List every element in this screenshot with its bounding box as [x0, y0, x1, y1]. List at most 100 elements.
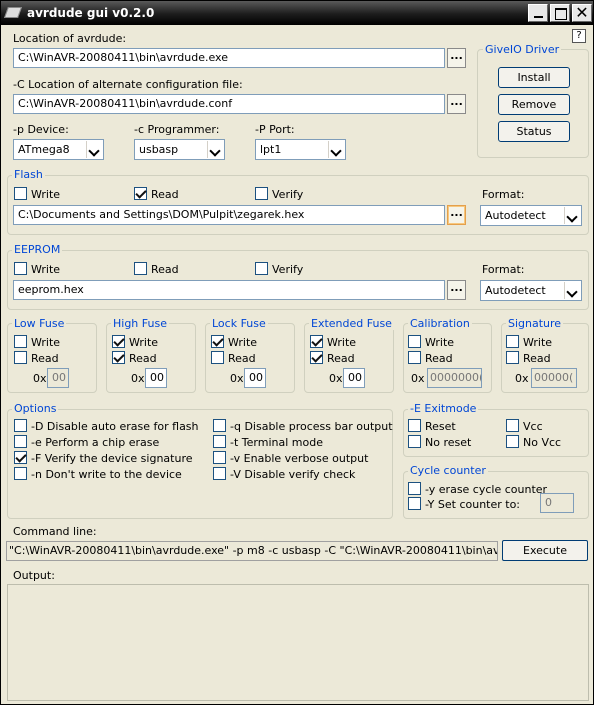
checkbox-checked-icon	[211, 335, 224, 348]
avrdude-path-input[interactable]: C:\WinAVR-20080411\bin\avrdude.exe	[13, 48, 445, 68]
extended-fuse-write-checkbox[interactable]: Write	[310, 335, 356, 349]
signature-read-checkbox[interactable]: Read	[506, 351, 551, 365]
device-select[interactable]: ATmega8	[13, 139, 104, 160]
port-label: -P Port:	[255, 123, 295, 136]
high-fuse-write-checkbox[interactable]: Write	[112, 335, 158, 349]
flash-read-checkbox[interactable]: Read	[134, 187, 179, 201]
lock-fuse-read-checkbox[interactable]: Read	[211, 351, 256, 365]
status-button[interactable]: Status	[498, 121, 570, 142]
exitmode-group	[403, 409, 589, 457]
option-no-write-checkbox[interactable]: -n Don't write to the device	[14, 467, 182, 481]
exitmode-vcc-checkbox[interactable]: Vcc	[506, 419, 543, 433]
lock-fuse-write-checkbox[interactable]: Write	[211, 335, 257, 349]
command-line-input[interactable]: "C:\WinAVR-20080411\bin\avrdude.exe" -p …	[6, 541, 498, 561]
checkbox-empty-icon	[14, 335, 27, 348]
lock-fuse-label: Lock Fuse	[210, 317, 268, 330]
flash-write-checkbox[interactable]: Write	[14, 187, 60, 201]
flash-verify-checkbox[interactable]: Verify	[255, 187, 303, 201]
remove-button[interactable]: Remove	[498, 94, 570, 115]
option-verbose-checkbox[interactable]: -v Enable verbose output	[213, 451, 368, 465]
checkbox-empty-icon	[14, 435, 27, 448]
flash-file-input[interactable]: C:\Documents and Settings\DOM\Pulpit\zeg…	[13, 205, 445, 225]
help-button[interactable]: ?	[572, 29, 586, 43]
checkbox-empty-icon	[408, 335, 421, 348]
checkbox-empty-icon	[14, 187, 27, 200]
checkbox-empty-icon	[14, 419, 27, 432]
exitmode-group-label: -E Exitmode	[408, 402, 479, 415]
option-terminal-mode-checkbox[interactable]: -t Terminal mode	[213, 435, 323, 449]
options-group-label: Options	[12, 402, 59, 415]
checkbox-empty-icon	[506, 419, 519, 432]
title-bar[interactable]: avrdude gui v0.2.0 ✕	[1, 1, 593, 25]
set-counter-checkbox[interactable]: -Y Set counter to:	[408, 497, 520, 511]
execute-button[interactable]: Execute	[502, 540, 588, 561]
extended-fuse-read-checkbox[interactable]: Read	[310, 351, 355, 365]
extended-fuse-value-input[interactable]: 00	[343, 368, 365, 388]
checkbox-empty-icon	[211, 351, 224, 364]
option-disable-auto-erase-checkbox[interactable]: -D Disable auto erase for flash	[14, 419, 199, 433]
port-select[interactable]: lpt1	[255, 139, 346, 160]
signature-value-input[interactable]: 00000(	[531, 368, 577, 388]
eeprom-read-checkbox[interactable]: Read	[134, 262, 179, 276]
checkbox-empty-icon	[408, 435, 421, 448]
output-area[interactable]	[7, 584, 589, 701]
browse-config-button[interactable]: ...	[447, 94, 466, 114]
checkbox-empty-icon	[14, 467, 27, 480]
option-verify-signature-checkbox[interactable]: -F Verify the device signature	[14, 451, 193, 465]
calibration-label: Calibration	[408, 317, 472, 330]
device-value: ATmega8	[18, 143, 70, 156]
eeprom-file-input[interactable]: eeprom.hex	[13, 280, 445, 300]
option-disable-verify-checkbox[interactable]: -V Disable verify check	[213, 467, 355, 481]
eeprom-write-checkbox[interactable]: Write	[14, 262, 60, 276]
eeprom-format-label: Format:	[482, 263, 525, 276]
maximize-button[interactable]	[550, 4, 570, 22]
checkbox-empty-icon	[506, 435, 519, 448]
checkbox-empty-icon	[506, 335, 519, 348]
low-fuse-value-input[interactable]: 00	[47, 368, 69, 388]
browse-eeprom-button[interactable]: ...	[447, 280, 466, 300]
checkbox-empty-icon	[408, 351, 421, 364]
high-fuse-read-checkbox[interactable]: Read	[112, 351, 157, 365]
browse-avrdude-button[interactable]: ...	[447, 48, 466, 68]
minimize-button[interactable]	[528, 4, 548, 22]
chevron-down-icon	[564, 282, 580, 299]
browse-flash-button[interactable]: ...	[447, 205, 466, 225]
checkbox-empty-icon	[134, 262, 147, 275]
high-fuse-value-input[interactable]: 00	[145, 368, 167, 388]
install-button[interactable]: Install	[498, 67, 570, 88]
calibration-read-checkbox[interactable]: Read	[408, 351, 453, 365]
option-disable-progress-checkbox[interactable]: -q Disable process bar output	[213, 419, 393, 433]
programmer-select[interactable]: usbasp	[134, 139, 225, 160]
config-path-input[interactable]: C:\WinAVR-20080411\bin\avrdude.conf	[13, 94, 445, 114]
extended-fuse-hex-prefix: 0x	[329, 372, 343, 385]
close-button[interactable]: ✕	[572, 4, 592, 22]
lock-fuse-value-input[interactable]: 00	[244, 368, 266, 388]
checkbox-empty-icon	[408, 419, 421, 432]
checkbox-checked-icon	[310, 351, 323, 364]
low-fuse-write-checkbox[interactable]: Write	[14, 335, 60, 349]
checkbox-empty-icon	[506, 351, 519, 364]
option-chip-erase-checkbox[interactable]: -e Perform a chip erase	[14, 435, 159, 449]
checkbox-empty-icon	[213, 419, 226, 432]
lock-fuse-hex-prefix: 0x	[230, 372, 244, 385]
checkbox-checked-icon	[134, 187, 147, 200]
counter-value-input[interactable]: 0	[540, 493, 574, 513]
calibration-value-input[interactable]: 0000000(	[427, 368, 482, 388]
low-fuse-read-checkbox[interactable]: Read	[14, 351, 59, 365]
eeprom-format-select[interactable]: Autodetect	[480, 280, 582, 301]
erase-cycle-counter-checkbox[interactable]: -y erase cycle counter	[408, 482, 547, 496]
signature-write-checkbox[interactable]: Write	[506, 335, 552, 349]
avrdude-location-label: Location of avrdude:	[13, 32, 127, 45]
low-fuse-label: Low Fuse	[12, 317, 67, 330]
flash-format-select[interactable]: Autodetect	[480, 205, 582, 226]
signature-label: Signature	[506, 317, 564, 330]
exitmode-reset-checkbox[interactable]: Reset	[408, 419, 456, 433]
main-window: avrdude gui v0.2.0 ✕ ? Location of avrdu…	[0, 0, 594, 705]
exitmode-no-reset-checkbox[interactable]: No reset	[408, 435, 471, 449]
programmer-label: -c Programmer:	[134, 123, 220, 136]
exitmode-no-vcc-checkbox[interactable]: No Vcc	[506, 435, 561, 449]
calibration-write-checkbox[interactable]: Write	[408, 335, 454, 349]
checkbox-checked-icon	[310, 335, 323, 348]
config-location-label: -C Location of alternate configuration f…	[13, 78, 243, 91]
eeprom-verify-checkbox[interactable]: Verify	[255, 262, 303, 276]
